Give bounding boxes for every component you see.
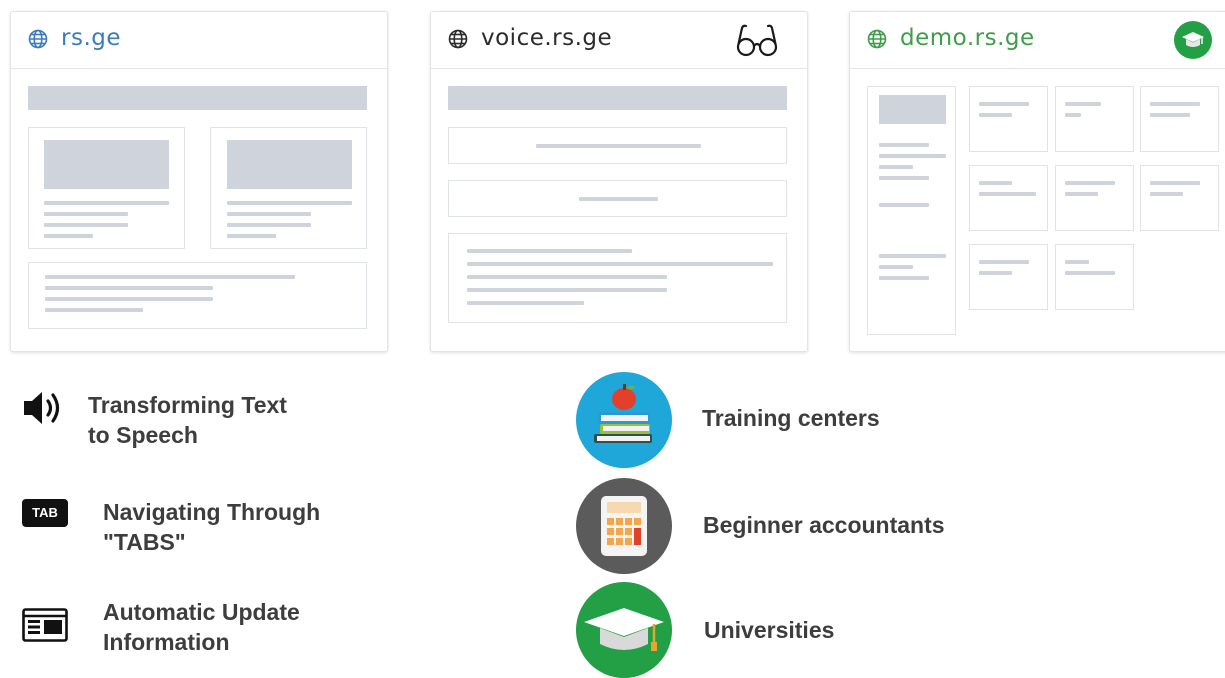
globe-icon: [448, 29, 468, 49]
wireframe-grid-tile: [1055, 244, 1134, 310]
audience-universities: Universities: [704, 617, 835, 643]
rs-ge-card-header: rs.ge: [11, 12, 387, 69]
voice-rs-ge-card-header: voice.rs.ge: [431, 12, 807, 69]
wireframe-text-block: [28, 262, 367, 329]
feature-tabs-text: Navigating Through "TABS": [103, 499, 321, 555]
voice-rs-ge-title[interactable]: voice.rs.ge: [481, 25, 612, 51]
voice-rs-ge-card: voice.rs.ge: [430, 11, 808, 352]
news-window-icon: [22, 608, 68, 642]
rs-ge-title[interactable]: rs.ge: [61, 25, 121, 51]
audience-accountants: Beginner accountants: [703, 512, 945, 538]
glasses-icon: [736, 24, 778, 57]
globe-icon: [28, 29, 48, 49]
wireframe-sidebar: [867, 86, 956, 335]
wireframe-grid-tile: [1140, 86, 1219, 152]
tab-key-icon: TAB: [22, 499, 68, 527]
wireframe-grid-tile: [1055, 165, 1134, 231]
wireframe-grid-tile: [969, 165, 1048, 231]
graduation-cap-icon: [576, 582, 672, 678]
rs-ge-card: rs.ge: [10, 11, 388, 352]
wireframe-banner: [28, 86, 367, 110]
wireframe-tile: [210, 127, 367, 249]
wireframe-row: [448, 127, 787, 164]
demo-rs-ge-card-header: demo.rs.ge: [850, 12, 1225, 69]
wireframe-tile: [28, 127, 185, 249]
wireframe-text-block: [448, 233, 787, 323]
books-apple-icon: [576, 372, 672, 468]
wireframe-banner: [448, 86, 787, 110]
wireframe-grid-tile: [969, 86, 1048, 152]
globe-icon: [867, 29, 887, 49]
demo-rs-ge-card: demo.rs.ge: [849, 11, 1225, 352]
speaker-icon: [24, 392, 60, 424]
wireframe-grid-tile: [969, 244, 1048, 310]
wireframe-row: [448, 180, 787, 217]
wireframe-grid-tile: [1140, 165, 1219, 231]
calculator-icon: [576, 478, 672, 574]
feature-speech-text: Transforming Text to Speech: [88, 392, 287, 448]
graduation-cap-icon: [1174, 21, 1212, 59]
audience-training: Training centers: [702, 405, 880, 431]
demo-rs-ge-title[interactable]: demo.rs.ge: [900, 25, 1035, 51]
feature-update-text: Automatic Update Information: [103, 599, 300, 655]
wireframe-grid-tile: [1055, 86, 1134, 152]
